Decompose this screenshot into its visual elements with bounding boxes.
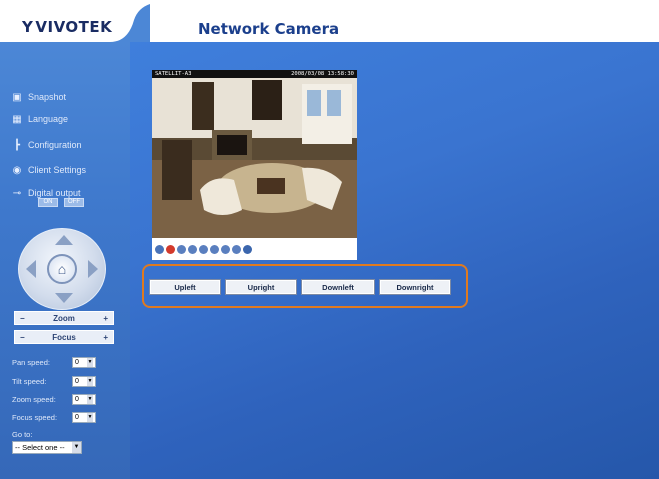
menu-client-settings-label: Client Settings: [28, 165, 87, 175]
video-frame-image: [152, 70, 357, 238]
menu-configuration[interactable]: ┣ Configuration: [10, 138, 82, 152]
preset-upleft-button[interactable]: Upleft: [149, 279, 221, 295]
tilt-speed-select[interactable]: 0 ▼: [72, 375, 96, 387]
camera-icon: ▣: [12, 91, 22, 103]
zoom-speed-select[interactable]: 0 ▼: [72, 393, 96, 405]
chevron-down-icon: ▼: [87, 357, 93, 367]
pan-up-arrow-icon[interactable]: [55, 235, 73, 245]
header-curve: [110, 4, 150, 48]
menu-configuration-label: Configuration: [28, 140, 82, 150]
goto-label: Go to:: [12, 430, 33, 439]
pan-speed-row: Pan speed: 0 ▼: [12, 356, 122, 368]
focus-speed-select[interactable]: 0 ▼: [72, 411, 96, 423]
menu-snapshot[interactable]: ▣ Snapshot: [10, 90, 66, 104]
home-icon[interactable]: ⌂: [47, 254, 77, 284]
zoom-control: − Zoom +: [14, 311, 114, 325]
tilt-speed-value: 0: [75, 377, 79, 385]
goto-preset-value: -- Select one --: [15, 443, 65, 452]
talk-icon[interactable]: [243, 244, 252, 254]
vivotek-logo: Υ VIVOTEK: [22, 18, 113, 36]
folder-icon[interactable]: [177, 244, 186, 254]
live-video-stream[interactable]: SATELLIT-A3 2008/03/08 13:58:30: [152, 70, 357, 238]
focus-label: Focus: [52, 332, 76, 342]
pan-right-arrow-icon[interactable]: [88, 260, 98, 278]
keyboard-icon: ▦: [12, 113, 22, 125]
plug-icon: ⊸: [12, 187, 22, 199]
video-caption-bar: SATELLIT-A3 2008/03/08 13:58:30: [152, 70, 357, 78]
zoom-out-button[interactable]: −: [20, 314, 25, 323]
chevron-down-icon: ▼: [87, 376, 93, 386]
tilt-speed-label: Tilt speed:: [12, 376, 47, 386]
preset-upright-button[interactable]: Upright: [225, 279, 297, 295]
pan-speed-value: 0: [75, 358, 79, 366]
page-title: Network Camera: [198, 20, 340, 38]
focus-control: − Focus +: [14, 330, 114, 344]
mic-icon[interactable]: [221, 244, 230, 254]
record-icon[interactable]: [166, 244, 175, 254]
video-toolbar: [152, 238, 357, 260]
zoom-label: Zoom: [53, 313, 75, 323]
focus-far-button[interactable]: +: [103, 333, 108, 342]
ptz-control-pad: ⌂: [18, 228, 106, 310]
preset-downleft-button[interactable]: Downleft: [301, 279, 375, 295]
goto-preset-select[interactable]: -- Select one -- ▼: [12, 441, 82, 454]
menu-language-label: Language: [28, 114, 69, 124]
volume-icon[interactable]: [210, 244, 219, 254]
zoom-out-icon[interactable]: [199, 244, 208, 254]
pan-speed-label: Pan speed:: [12, 357, 50, 367]
digital-output-buttons: ON OFF: [38, 198, 84, 207]
focus-near-button[interactable]: −: [20, 333, 25, 342]
focus-speed-row: Focus speed: 0 ▼: [12, 411, 122, 423]
snapshot-tool-icon[interactable]: [155, 244, 164, 254]
focus-speed-value: 0: [75, 413, 79, 421]
chevron-down-icon: ▼: [72, 442, 81, 453]
menu-snapshot-label: Snapshot: [28, 92, 67, 102]
chevron-down-icon: ▼: [87, 394, 93, 404]
zoom-speed-row: Zoom speed: 0 ▼: [12, 393, 122, 405]
menu-language[interactable]: ▦ Language: [10, 112, 68, 126]
zoom-speed-value: 0: [75, 395, 79, 403]
zoom-speed-label: Zoom speed:: [12, 394, 56, 404]
pan-speed-select[interactable]: 0 ▼: [72, 356, 96, 368]
header: Υ VIVOTEK Network Camera: [0, 0, 659, 48]
chevron-down-icon: ▼: [87, 412, 93, 422]
focus-speed-label: Focus speed:: [12, 412, 58, 422]
zoom-in-icon[interactable]: [188, 244, 197, 254]
digital-output-off-button[interactable]: OFF: [64, 198, 84, 207]
logo-text: VIVOTEK: [35, 18, 113, 36]
tools-icon: ┣: [13, 139, 21, 151]
zoom-in-button[interactable]: +: [103, 314, 108, 323]
camera-name: SATELLIT-A3: [155, 71, 192, 77]
preset-downright-button[interactable]: Downright: [379, 279, 451, 295]
video-timestamp: 2008/03/08 13:58:30: [291, 71, 354, 77]
fullscreen-icon[interactable]: [232, 244, 241, 254]
menu-client-settings[interactable]: ◉ Client Settings: [10, 163, 86, 177]
digital-output-on-button[interactable]: ON: [38, 198, 58, 207]
globe-icon: ◉: [12, 164, 22, 176]
pan-left-arrow-icon[interactable]: [26, 260, 36, 278]
menu-digital-output-label: Digital output: [28, 188, 81, 198]
pan-down-arrow-icon[interactable]: [55, 293, 73, 303]
tilt-speed-row: Tilt speed: 0 ▼: [12, 375, 122, 387]
